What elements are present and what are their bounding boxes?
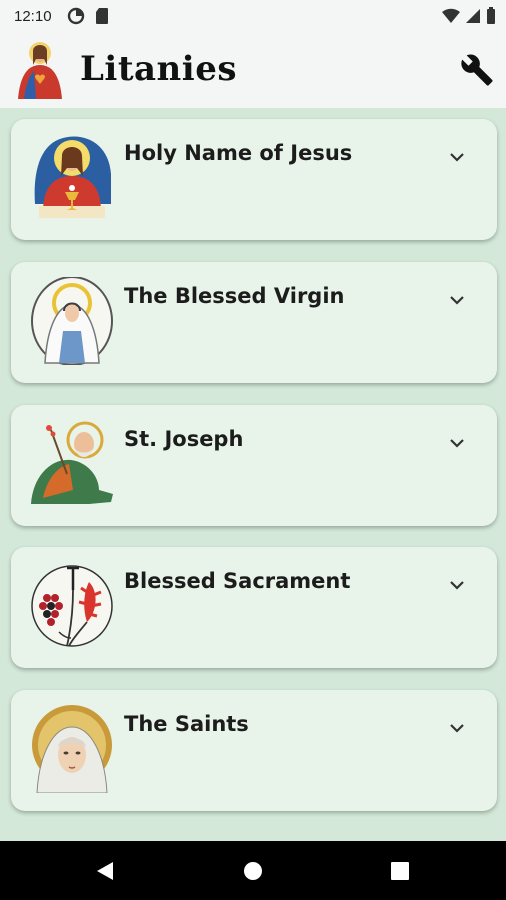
chevron-down-icon[interactable] [447,718,467,738]
back-icon[interactable] [93,859,117,883]
battery-icon [487,7,495,24]
litany-label: St. Joseph [124,427,244,451]
st-joseph-image [29,420,115,508]
litany-label: Holy Name of Jesus [124,141,353,165]
app-title: Litanies [80,49,237,89]
recents-icon[interactable] [388,859,412,883]
litany-card-the-saints[interactable]: The Saints [11,690,497,811]
signal-icon [466,9,480,23]
data-saver-icon [67,7,85,25]
chevron-down-icon[interactable] [447,433,467,453]
wrench-icon[interactable] [460,53,494,87]
sacred-heart-logo [14,39,66,99]
litany-card-st-joseph[interactable]: St. Joseph [11,405,497,526]
status-bar: 12:10 [0,0,506,33]
litany-card-holy-name[interactable]: Holy Name of Jesus [11,119,497,240]
chevron-down-icon[interactable] [447,575,467,595]
litany-list: Holy Name of Jesus The Blessed Virgin St… [0,108,506,841]
system-nav-bar [0,841,506,900]
litany-card-blessed-sacrament[interactable]: Blessed Sacrament [11,547,497,668]
virgin-mary-image [29,277,115,365]
chevron-down-icon[interactable] [447,290,467,310]
grapes-wheat-image [29,562,115,650]
litany-label: Blessed Sacrament [124,569,351,593]
litany-label: The Blessed Virgin [124,284,345,308]
status-time: 12:10 [14,8,52,25]
litany-card-blessed-virgin[interactable]: The Blessed Virgin [11,262,497,383]
litany-label: The Saints [124,712,249,736]
home-icon[interactable] [241,859,265,883]
jesus-eucharist-image [29,134,115,222]
sd-card-icon [96,8,108,24]
chevron-down-icon[interactable] [447,147,467,167]
app-bar: Litanies [0,33,506,108]
wifi-icon [442,8,460,23]
saint-portrait-image [29,705,115,793]
